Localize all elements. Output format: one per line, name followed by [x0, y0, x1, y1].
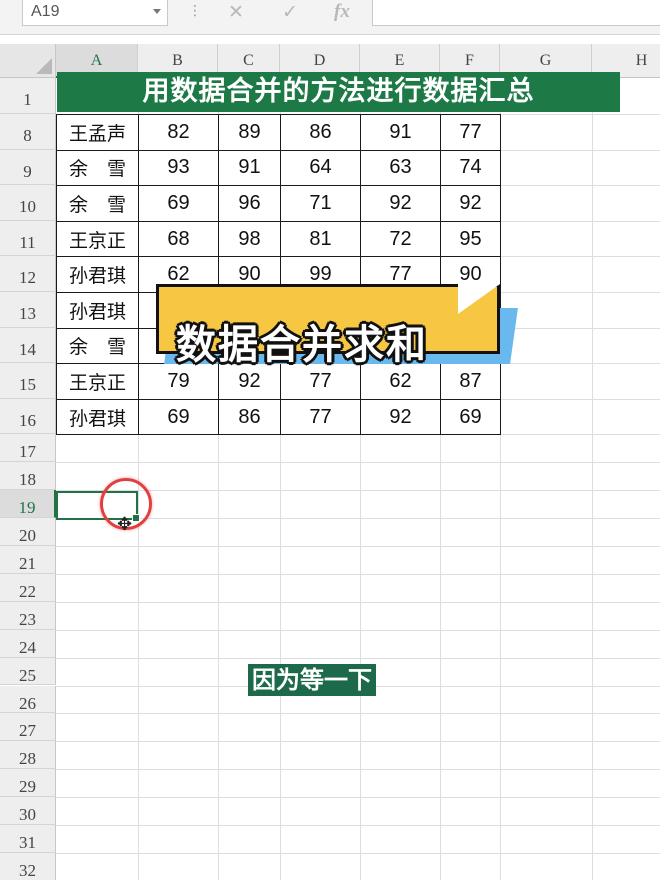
cancel-icon[interactable]: ✕ — [228, 0, 244, 26]
row-header-32[interactable]: 32 — [0, 852, 56, 880]
score-cell[interactable]: 92 — [360, 398, 441, 436]
row-header-28[interactable]: 28 — [0, 741, 56, 770]
name-cell[interactable]: 孙君琪 — [56, 398, 139, 436]
score-cell[interactable]: 68 — [138, 220, 219, 258]
name-box[interactable]: A19 — [22, 0, 168, 26]
score-cell[interactable]: 98 — [218, 220, 281, 258]
row-header-25[interactable]: 25 — [0, 657, 56, 686]
score-cell[interactable]: 81 — [280, 220, 361, 258]
insert-function-icon[interactable]: fx — [334, 0, 350, 26]
score-cell[interactable]: 69 — [440, 398, 501, 436]
score-cell[interactable]: 87 — [440, 363, 501, 400]
score-cell[interactable]: 93 — [138, 149, 219, 187]
row-header-14[interactable]: 14 — [0, 327, 56, 364]
score-cell[interactable]: 74 — [440, 149, 501, 187]
name-cell[interactable]: 余 雪 — [56, 149, 139, 187]
score-cell[interactable]: 77 — [440, 114, 501, 151]
row-header-30[interactable]: 30 — [0, 797, 56, 825]
name-cell[interactable]: 余 雪 — [56, 327, 139, 365]
name-cell[interactable]: 余 雪 — [56, 185, 139, 222]
score-cell[interactable]: 82 — [138, 114, 219, 151]
name-box-value: A19 — [31, 3, 60, 20]
score-cell[interactable]: 64 — [280, 149, 361, 187]
banner-text: 数据合并求和 — [176, 322, 428, 368]
score-cell[interactable]: 69 — [138, 398, 219, 436]
score-cell[interactable]: 77 — [280, 398, 361, 436]
name-cell[interactable]: 王京正 — [56, 220, 139, 258]
row-header-17[interactable]: 17 — [0, 434, 56, 463]
score-cell[interactable]: 95 — [440, 220, 501, 258]
score-cell[interactable]: 63 — [360, 149, 441, 187]
sheet-title-cell[interactable]: 用数据合并的方法进行数据汇总 — [57, 72, 620, 112]
row-header-18[interactable]: 18 — [0, 462, 56, 491]
name-cell[interactable]: 孙君琪 — [56, 256, 139, 293]
row-header-26[interactable]: 26 — [0, 685, 56, 714]
score-cell[interactable]: 86 — [280, 114, 361, 151]
score-cell[interactable]: 69 — [138, 185, 219, 222]
name-cell[interactable]: 孙君琪 — [56, 291, 139, 329]
score-cell[interactable]: 71 — [280, 185, 361, 222]
table-row: 王京正 68 98 81 72 95 — [56, 220, 501, 258]
score-cell[interactable]: 92 — [360, 185, 441, 222]
row-header-15[interactable]: 15 — [0, 363, 56, 399]
row-header-16[interactable]: 16 — [0, 398, 56, 435]
confirm-icon[interactable]: ✓ — [282, 0, 298, 26]
row-header-9[interactable]: 9 — [0, 149, 56, 186]
row-header-24[interactable]: 24 — [0, 629, 56, 658]
row-header-31[interactable]: 31 — [0, 825, 56, 853]
score-cell[interactable]: 91 — [218, 149, 281, 187]
row-header-23[interactable]: 23 — [0, 601, 56, 630]
row-header-8[interactable]: 8 — [0, 114, 56, 150]
select-all-corner[interactable] — [0, 44, 56, 78]
row-header-27[interactable]: 27 — [0, 713, 56, 742]
formula-bar: A19 ⋮ ✕ ✓ fx — [0, 0, 660, 35]
formula-input[interactable] — [372, 0, 660, 26]
name-cell[interactable]: 王孟声 — [56, 114, 139, 151]
table-row: 余 雪 69 96 71 92 92 — [56, 185, 501, 222]
table-row: 王孟声 82 89 86 91 77 — [56, 114, 501, 151]
score-cell[interactable]: 92 — [440, 185, 501, 222]
table-row: 孙君琪 69 86 77 92 69 — [56, 398, 501, 436]
score-cell[interactable]: 86 — [218, 398, 281, 436]
name-cell[interactable]: 王京正 — [56, 363, 139, 400]
score-cell[interactable]: 89 — [218, 114, 281, 151]
score-cell[interactable]: 91 — [360, 114, 441, 151]
row-header-29[interactable]: 29 — [0, 769, 56, 798]
row-header-10[interactable]: 10 — [0, 185, 56, 221]
chevron-down-icon[interactable] — [153, 9, 161, 14]
row-header-11[interactable]: 11 — [0, 220, 56, 257]
row-header-22[interactable]: 22 — [0, 573, 56, 602]
row-header-20[interactable]: 20 — [0, 518, 56, 546]
data-table: 王孟声 82 89 86 91 77 余 雪 93 91 64 63 74 余 雪 69 96 71 92 92 王… — [56, 114, 501, 436]
formula-bar-separator: ⋮ — [188, 3, 202, 19]
score-cell[interactable]: 96 — [218, 185, 281, 222]
row-header-12[interactable]: 12 — [0, 256, 56, 292]
row-header-21[interactable]: 21 — [0, 546, 56, 574]
cursor-icon: ✥ — [117, 514, 133, 535]
score-cell[interactable]: 72 — [360, 220, 441, 258]
row-header-13[interactable]: 13 — [0, 292, 56, 328]
row-header-1[interactable]: 1 — [0, 78, 56, 114]
subtitle-caption: 因为等一下 — [248, 664, 376, 696]
table-row: 余 雪 93 91 64 63 74 — [56, 149, 501, 187]
row-header-19[interactable]: 19 — [0, 490, 56, 519]
